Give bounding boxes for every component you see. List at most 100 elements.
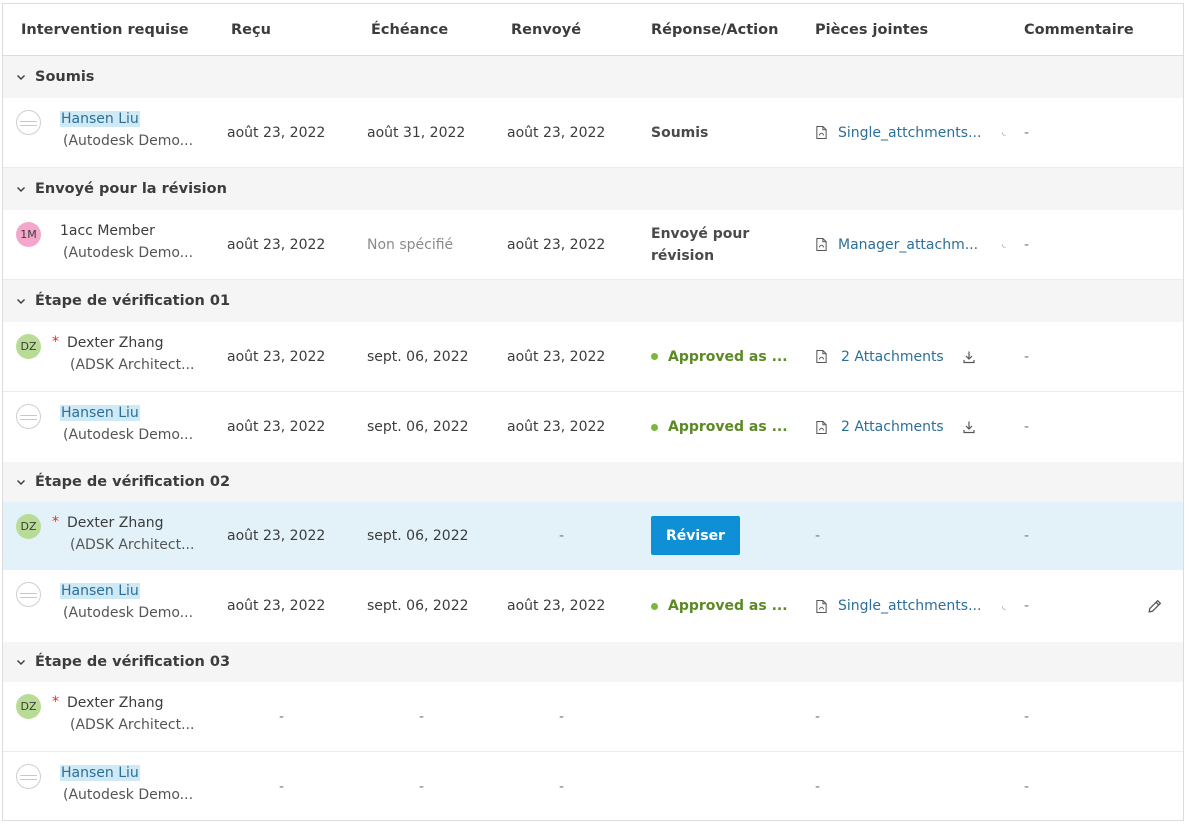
comment: -: [1024, 708, 1030, 725]
download-icon[interactable]: [962, 420, 976, 434]
table-header: Intervention requise Reçu Échéance Renvo…: [3, 4, 1183, 56]
group-label: Envoyé pour la révision: [35, 181, 227, 197]
col-header-pieces[interactable]: Pièces jointes: [815, 4, 928, 55]
chevron-down-icon[interactable]: [15, 71, 31, 83]
attachment-link[interactable]: 2 Attachments: [841, 349, 944, 365]
pencil-edit-icon[interactable]: [1146, 570, 1163, 642]
attachment-cell: -: [815, 527, 821, 544]
status-dot: [651, 602, 658, 610]
attachment-link[interactable]: Single_attchments...: [838, 125, 988, 141]
revise-button[interactable]: Réviser: [651, 516, 740, 555]
reviewer-org: (Autodesk Demo...: [63, 605, 194, 621]
chevron-down-icon[interactable]: [15, 295, 31, 307]
due-date: sept. 06, 2022: [367, 348, 469, 365]
reviewer: Hansen Liu (Autodesk Demo...: [3, 392, 213, 462]
attachment-link[interactable]: 2 Attachments: [841, 419, 944, 435]
col-header-reponse[interactable]: Réponse/Action: [651, 4, 778, 55]
col-header-intervention[interactable]: Intervention requise: [21, 4, 189, 55]
avatar: [16, 404, 41, 429]
reviewer-org: (ADSK Architect...: [70, 717, 195, 733]
col-header-echeance[interactable]: Échéance: [371, 4, 448, 55]
reviewer: DZ * Dexter Zhang (ADSK Architect...: [3, 682, 213, 751]
response-action: Réviser: [651, 502, 740, 569]
returned-date: août 23, 2022: [507, 419, 606, 435]
returned-date: août 23, 2022: [507, 598, 606, 614]
response-status: Soumis: [651, 124, 709, 141]
attachment-cell: Single_attchments... ◟: [815, 98, 1006, 167]
group-header-envoye[interactable]: Envoyé pour la révision: [3, 168, 1183, 210]
review-table: Intervention requise Reçu Échéance Renvo…: [2, 3, 1184, 821]
col-header-renvoye[interactable]: Renvoyé: [511, 4, 581, 55]
reviewer-name[interactable]: 1acc Member: [60, 223, 155, 239]
avatar: DZ: [16, 694, 41, 719]
required-marker: *: [52, 694, 59, 710]
reviewer-name[interactable]: Dexter Zhang: [67, 335, 164, 351]
chevron-down-icon[interactable]: [15, 656, 31, 668]
received-date: août 23, 2022: [227, 527, 326, 544]
group-header-step-02[interactable]: Étape de vérification 02: [3, 462, 1183, 502]
reviewer-org: (ADSK Architect...: [70, 537, 195, 553]
reviewer-org: (Autodesk Demo...: [63, 245, 194, 261]
group-header-soumis[interactable]: Soumis: [3, 56, 1183, 98]
response-label: Approved as ...: [668, 419, 788, 435]
attachment-cell: Manager_attachm... ◟: [815, 210, 1006, 279]
table-row[interactable]: Hansen Liu (Autodesk Demo... août 23, 20…: [3, 570, 1183, 642]
response-label: Approved as ...: [668, 598, 788, 614]
table-row[interactable]: Hansen Liu (Autodesk Demo... - - - - -: [3, 752, 1183, 820]
col-header-commentaire[interactable]: Commentaire: [1024, 4, 1134, 55]
due-date: sept. 06, 2022: [367, 598, 469, 614]
attachment-link[interactable]: Manager_attachm...: [838, 237, 988, 253]
attachment-cell: Single_attchments... ◟: [815, 570, 1006, 642]
chevron-down-icon[interactable]: [15, 183, 31, 195]
download-icon[interactable]: ◟: [1002, 601, 1006, 612]
required-marker: *: [52, 514, 59, 530]
response-line-2: révision: [651, 247, 715, 264]
received-date: août 23, 2022: [227, 124, 326, 141]
download-icon[interactable]: [962, 350, 976, 364]
chevron-down-icon[interactable]: [15, 476, 31, 488]
reviewer: 1M 1acc Member (Autodesk Demo...: [3, 210, 213, 279]
reviewer-name[interactable]: Dexter Zhang: [67, 515, 164, 531]
due-date: sept. 06, 2022: [367, 419, 469, 435]
table-row[interactable]: Hansen Liu (Autodesk Demo... août 23, 20…: [3, 98, 1183, 168]
table-row[interactable]: DZ * Dexter Zhang (ADSK Architect... aoû…: [3, 322, 1183, 392]
reviewer-name[interactable]: Hansen Liu: [60, 765, 140, 781]
reviewer-name[interactable]: Hansen Liu: [60, 405, 140, 421]
response-line-1: Envoyé pour: [651, 225, 750, 242]
avatar: DZ: [16, 334, 41, 359]
group-label: Soumis: [35, 69, 95, 85]
comment: -: [1024, 419, 1030, 435]
table-row[interactable]: DZ * Dexter Zhang (ADSK Architect... - -…: [3, 682, 1183, 752]
avatar: [16, 110, 41, 135]
download-icon[interactable]: ◟: [1002, 127, 1006, 138]
due-date: -: [419, 779, 425, 795]
attachment-link[interactable]: Single_attchments...: [838, 598, 988, 614]
comment: -: [1024, 124, 1030, 141]
reviewer-org: (Autodesk Demo...: [63, 427, 194, 443]
table-row[interactable]: Hansen Liu (Autodesk Demo... août 23, 20…: [3, 392, 1183, 462]
avatar: DZ: [16, 514, 41, 539]
returned-date: -: [559, 708, 565, 725]
received-date: août 23, 2022: [227, 348, 326, 365]
returned-date: août 23, 2022: [507, 348, 606, 365]
reviewer-org: (Autodesk Demo...: [63, 787, 194, 803]
reviewer-name[interactable]: Hansen Liu: [60, 111, 140, 127]
table-row[interactable]: DZ * Dexter Zhang (ADSK Architect... aoû…: [3, 502, 1183, 570]
group-label: Étape de vérification 03: [35, 654, 231, 670]
due-date: sept. 06, 2022: [367, 527, 469, 544]
reviewer-name[interactable]: Dexter Zhang: [67, 695, 164, 711]
reviewer: DZ * Dexter Zhang (ADSK Architect...: [3, 502, 213, 569]
col-header-recu[interactable]: Reçu: [231, 4, 271, 55]
attachment-cell: -: [815, 779, 821, 795]
reviewer-name[interactable]: Hansen Liu: [60, 583, 140, 599]
reviewer: DZ * Dexter Zhang (ADSK Architect...: [3, 322, 213, 391]
download-icon[interactable]: ◟: [1002, 239, 1006, 250]
group-header-step-03[interactable]: Étape de vérification 03: [3, 642, 1183, 682]
table-row[interactable]: 1M 1acc Member (Autodesk Demo... août 23…: [3, 210, 1183, 280]
group-header-step-01[interactable]: Étape de vérification 01: [3, 280, 1183, 322]
returned-date: août 23, 2022: [507, 124, 606, 141]
pdf-file-icon: [815, 237, 828, 252]
response-status: Envoyé pour révision: [651, 210, 749, 279]
reviewer-org: (ADSK Architect...: [70, 357, 195, 373]
comment: -: [1024, 598, 1030, 614]
